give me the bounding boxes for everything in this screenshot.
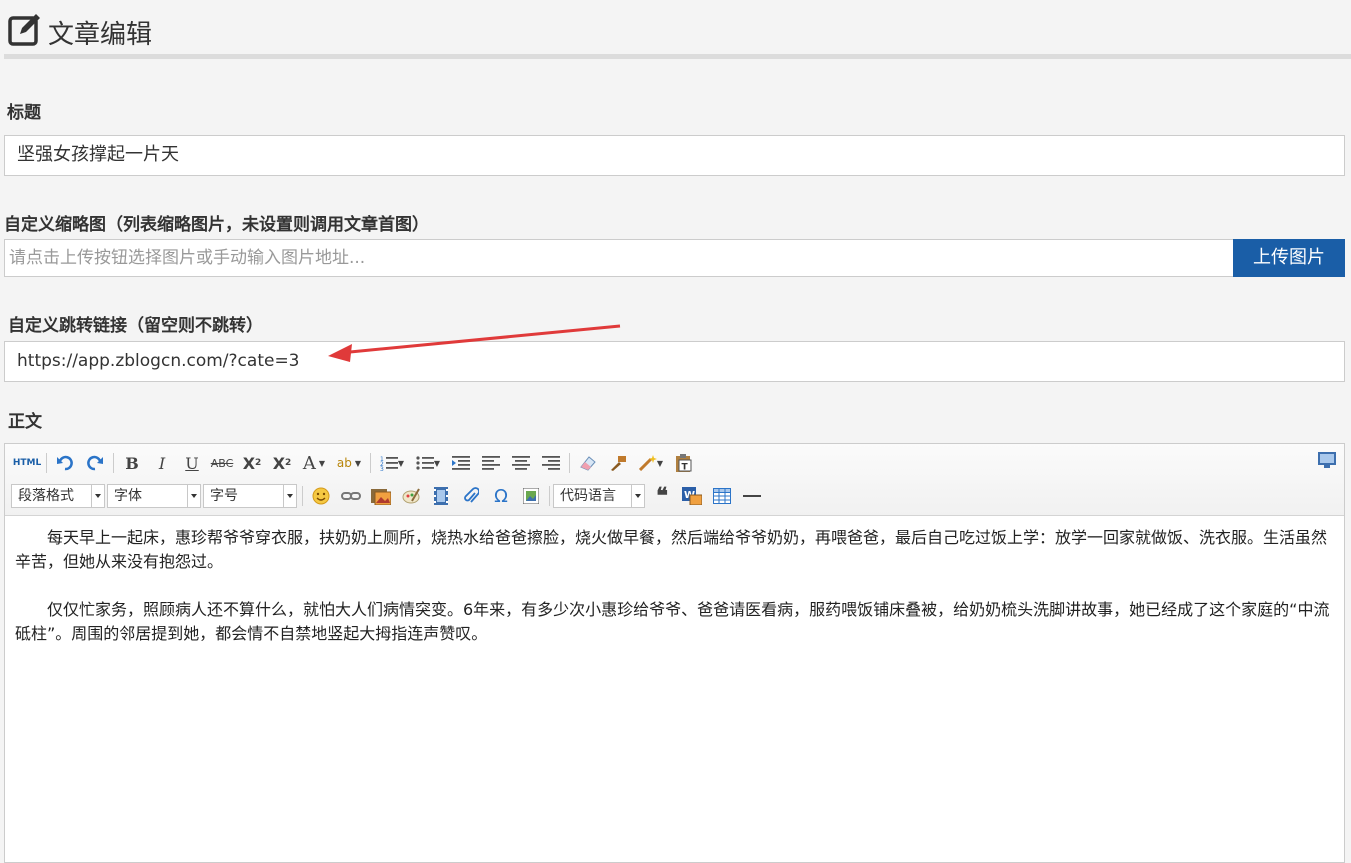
font-family-value: 字体 <box>114 488 142 504</box>
link-icon[interactable] <box>336 485 366 507</box>
underline-icon[interactable]: U <box>177 452 207 474</box>
editor-toolbar: HTML B I U ABC X2 X2 A▼ ab▼ 123▼ ▼ <box>5 444 1344 516</box>
body-label: 正文 <box>8 412 42 432</box>
toolbar-separator <box>302 486 303 506</box>
highlight-color-icon[interactable]: ab ▼ <box>331 452 367 474</box>
font-size-select[interactable]: 字号 <box>203 484 297 508</box>
select-divider <box>91 485 92 507</box>
font-size-value: 字号 <box>210 488 238 504</box>
italic-icon[interactable]: I <box>147 452 177 474</box>
font-family-select[interactable]: 字体 <box>107 484 201 508</box>
video-icon[interactable] <box>426 485 456 507</box>
paragraph-format-value: 段落格式 <box>18 488 74 504</box>
blockquote-icon[interactable]: ❝ <box>647 483 677 509</box>
toolbar-separator <box>46 453 47 473</box>
title-input[interactable]: 坚强女孩撑起一片天 <box>4 135 1345 176</box>
emoji-icon[interactable] <box>306 485 336 507</box>
redirect-link-input[interactable]: https://app.zblogcn.com/?cate=3 <box>4 341 1345 382</box>
image-icon[interactable] <box>366 485 396 507</box>
chevron-down-icon <box>287 494 293 498</box>
edit-icon <box>8 14 40 46</box>
scrawl-icon[interactable] <box>396 485 426 507</box>
font-color-icon[interactable]: A ▼ <box>297 452 331 474</box>
chevron-down-icon <box>191 494 197 498</box>
table-icon[interactable] <box>707 485 737 507</box>
paste-text-icon[interactable]: T <box>669 452 699 474</box>
ordered-list-icon[interactable]: 1 2 3 ▼ <box>374 452 410 474</box>
select-divider <box>187 485 188 507</box>
undo-icon[interactable] <box>50 452 80 474</box>
code-language-value: 代码语言 <box>560 488 616 504</box>
align-left-icon[interactable] <box>476 452 506 474</box>
align-center-icon[interactable] <box>506 452 536 474</box>
unordered-list-icon[interactable]: ▼ <box>410 452 446 474</box>
superscript-icon[interactable]: X2 <box>237 452 267 474</box>
redo-icon[interactable] <box>80 452 110 474</box>
bold-icon[interactable]: B <box>117 452 147 474</box>
toolbar-row-2: 段落格式 字体 字号 Ω 代码语言 ❝ <box>11 483 767 509</box>
chevron-down-icon <box>95 494 101 498</box>
format-painter-icon[interactable] <box>603 452 633 474</box>
attachment-icon[interactable] <box>456 485 486 507</box>
magic-wand-icon[interactable]: ▼ <box>633 452 669 474</box>
thumbnail-input[interactable]: 请点击上传按钮选择图片或手动输入图片地址... <box>4 239 1234 277</box>
page-header: 文章编辑 <box>4 0 1351 59</box>
content-paragraph: 每天早上一起床，惠珍帮爷爷穿衣服，扶奶奶上厕所，烧热水给爸爸擦脸，烧火做早餐，然… <box>15 528 1328 571</box>
content-paragraph: 仅仅忙家务，照顾病人还不算什么，就怕大人们病情突变。6年来，有多少次小惠珍给爷爷… <box>15 600 1330 643</box>
special-char-icon[interactable]: Ω <box>486 485 516 507</box>
thumbnail-label: 自定义缩略图（列表缩略图片，未设置则调用文章首图） <box>4 215 429 235</box>
html-source-button[interactable]: HTML <box>11 452 43 474</box>
chevron-down-icon <box>635 494 641 498</box>
page-title: 文章编辑 <box>48 20 153 50</box>
redirect-link-label: 自定义跳转链接（留空则不跳转） <box>8 316 263 336</box>
indent-icon[interactable] <box>446 452 476 474</box>
align-right-icon[interactable] <box>536 452 566 474</box>
toolbar-separator <box>549 486 550 506</box>
code-language-select[interactable]: 代码语言 <box>553 484 645 508</box>
upload-image-button[interactable]: 上传图片 <box>1233 239 1345 277</box>
paragraph-format-select[interactable]: 段落格式 <box>11 484 105 508</box>
toolbar-row-1: HTML B I U ABC X2 X2 A▼ ab▼ 123▼ ▼ <box>11 452 699 474</box>
select-divider <box>283 485 284 507</box>
subscript-icon[interactable]: X2 <box>267 452 297 474</box>
title-label: 标题 <box>7 103 41 123</box>
word-image-icon[interactable]: W <box>677 485 707 507</box>
toolbar-separator <box>569 453 570 473</box>
editor-content[interactable]: 每天早上一起床，惠珍帮爷爷穿衣服，扶奶奶上厕所，烧热水给爸爸擦脸，烧火做早餐，然… <box>5 516 1344 670</box>
toolbar-separator <box>113 453 114 473</box>
strikethrough-icon[interactable]: ABC <box>207 452 237 474</box>
horizontal-rule-icon[interactable] <box>737 485 767 507</box>
rich-text-editor: HTML B I U ABC X2 X2 A▼ ab▼ 123▼ ▼ <box>4 443 1345 863</box>
map-image-icon[interactable] <box>516 485 546 507</box>
red-arrow-annotation <box>328 324 621 362</box>
fullscreen-icon[interactable] <box>1318 452 1336 472</box>
svg-text:T: T <box>682 463 689 473</box>
svg-text:3: 3 <box>380 466 384 471</box>
eraser-icon[interactable] <box>573 452 603 474</box>
toolbar-separator <box>370 453 371 473</box>
select-divider <box>631 485 632 507</box>
